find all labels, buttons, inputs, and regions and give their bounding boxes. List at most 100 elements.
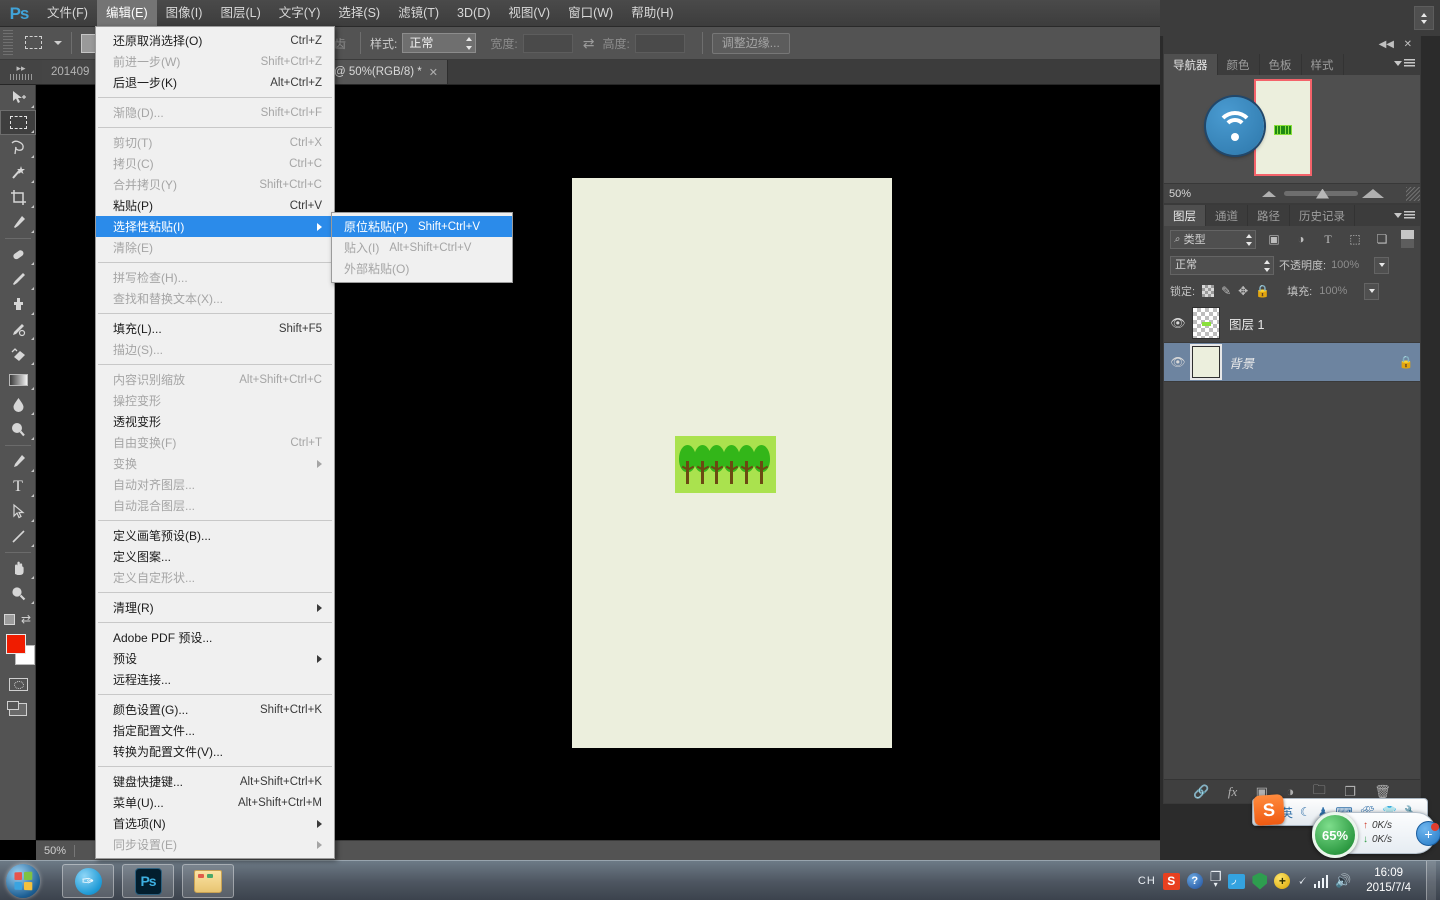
taskbar-photoshop-button[interactable]: Ps [122, 864, 174, 898]
input-language-indicator[interactable]: CH [1138, 875, 1156, 887]
eraser-tool[interactable] [0, 342, 36, 367]
lock-transparency-icon[interactable] [1202, 285, 1215, 297]
menu-layer[interactable]: 图层(L) [211, 0, 269, 27]
close-tab-icon[interactable]: ✕ [429, 66, 438, 79]
tab-bar-grip[interactable]: ▸▸ [0, 60, 42, 84]
marquee-tool-icon[interactable] [21, 31, 47, 55]
navigator-thumbnail[interactable] [1254, 79, 1312, 176]
paste-special-submenu[interactable]: 原位粘贴(P) Shift+Ctrl+V 贴入(I) Alt+Shift+Ctrl+V… [331, 212, 513, 283]
moon-icon[interactable]: ☾ [1300, 805, 1311, 819]
filter-pixel-icon[interactable]: ▣ [1265, 232, 1283, 246]
blend-mode-select[interactable]: 正常 [1170, 255, 1274, 275]
menu-filter[interactable]: 滤镜(T) [389, 0, 448, 27]
move-tool[interactable] [0, 85, 36, 110]
navigator-preview[interactable] [1164, 75, 1420, 185]
line-tool[interactable] [0, 524, 36, 549]
menu-file[interactable]: 文件(F) [38, 0, 97, 27]
layer-filter-kind-select[interactable]: ⌕ 类型 [1170, 229, 1256, 249]
panel-tab-2[interactable]: 路径 [1248, 205, 1290, 226]
edit-menu-item[interactable]: 变换 [96, 453, 334, 474]
magic-wand-tool[interactable] [0, 160, 36, 185]
menu-view[interactable]: 视图(V) [499, 0, 559, 27]
collapse-to-icons-icon[interactable]: ◀◀ [1379, 39, 1394, 50]
edit-menu-item[interactable]: 指定配置文件... [96, 720, 334, 741]
edit-menu-item[interactable]: 填充(L)... Shift+F5 [96, 318, 334, 339]
fx-icon[interactable]: fx [1228, 784, 1237, 800]
height-input[interactable] [634, 33, 685, 53]
edit-menu-item[interactable]: 菜单(U)... Alt+Shift+Ctrl+M [96, 792, 334, 813]
rectangular-marquee-tool[interactable] [0, 110, 36, 135]
signal-bars-icon[interactable] [1313, 874, 1329, 888]
panel-tab-0[interactable]: 图层 [1164, 205, 1206, 226]
layer-name[interactable]: 背景 [1220, 353, 1392, 372]
panel-tab-1[interactable]: 颜色 [1217, 54, 1260, 75]
edit-menu-item[interactable]: 粘贴(P) Ctrl+V [96, 195, 334, 216]
edit-menu-item[interactable]: 后退一步(K) Alt+Ctrl+Z [96, 72, 334, 93]
edit-menu-item[interactable]: 内容识别缩放 Alt+Shift+Ctrl+C [96, 369, 334, 390]
antivirus-tray-icon[interactable]: + [1274, 873, 1291, 889]
edit-menu-item[interactable]: 清除(E) [96, 237, 334, 258]
navigator-zoom-value[interactable]: 50% [1164, 188, 1226, 200]
refine-edge-button[interactable]: 调整边缘... [711, 32, 790, 54]
screen-mode-icon[interactable] [0, 697, 36, 722]
opacity-stepper[interactable] [1374, 256, 1390, 274]
color-swatches[interactable] [0, 632, 36, 672]
swap-colors-icon[interactable]: ⇄ [21, 612, 31, 626]
layer-visibility-icon[interactable]: 👁 [1164, 316, 1192, 330]
hand-tool[interactable] [0, 556, 36, 581]
edit-menu-item[interactable]: 操控变形 [96, 390, 334, 411]
dock-expand-button[interactable] [1414, 6, 1434, 30]
wifi-tray-icon[interactable] [1228, 872, 1246, 889]
layer-row[interactable]: 👁 图层 1 [1164, 304, 1420, 343]
panel-tab-0[interactable]: 导航器 [1164, 54, 1218, 75]
menu-select[interactable]: 选择(S) [329, 0, 389, 27]
navigator-zoom-slider[interactable] [1226, 184, 1406, 204]
layer-visibility-icon[interactable]: 👁 [1164, 355, 1192, 369]
adjustment-layer-icon[interactable]: ◑ [1286, 784, 1294, 799]
edit-menu-item[interactable]: 自动混合图层... [96, 495, 334, 516]
show-hidden-icons-icon[interactable]: ❐ ▾ [1210, 870, 1222, 889]
edit-menu-item[interactable]: 定义图案... [96, 546, 334, 567]
edit-dropdown-menu[interactable]: 还原取消选择(O) Ctrl+Z 前进一步(W) Shift+Ctrl+Z 后退一步(K… [95, 26, 335, 859]
network-add-button[interactable]: + [1416, 821, 1440, 846]
layers-panel-menu-icon[interactable] [1394, 211, 1415, 220]
document-canvas[interactable] [572, 178, 892, 748]
security-shield-tray-icon[interactable] [1252, 872, 1268, 890]
zoom-tool[interactable] [0, 581, 36, 606]
fill-value[interactable]: 100% [1319, 285, 1357, 297]
lock-position-icon[interactable]: ✥ [1238, 284, 1248, 298]
crop-tool[interactable] [0, 185, 36, 210]
edit-menu-item[interactable]: 查找和替换文本(X)... [96, 288, 334, 309]
edit-menu-item[interactable]: 预设 [96, 648, 334, 669]
dodge-tool[interactable] [0, 417, 36, 442]
edit-menu-item[interactable]: 定义自定形状... [96, 567, 334, 588]
clone-stamp-tool[interactable] [0, 292, 36, 317]
fill-stepper[interactable] [1364, 282, 1380, 300]
style-select[interactable]: 正常 [402, 33, 477, 53]
menu-window[interactable]: 窗口(W) [559, 0, 622, 27]
edit-menu-item[interactable]: 拷贝(C) Ctrl+C [96, 153, 334, 174]
navigator-close-icon[interactable]: ✕ [1404, 39, 1412, 50]
lock-image-pixels-icon[interactable]: ✎ [1221, 284, 1231, 298]
layer-thumbnail[interactable] [1190, 344, 1222, 380]
quick-mask-icon[interactable] [0, 672, 36, 697]
filter-smart-object-icon[interactable]: ❏ [1373, 232, 1391, 246]
edit-menu-item[interactable]: 剪切(T) Ctrl+X [96, 132, 334, 153]
edit-menu-item[interactable]: 渐隐(D)... Shift+Ctrl+F [96, 102, 334, 123]
layer-row[interactable]: 👁 背景 🔒 [1164, 343, 1420, 382]
edit-menu-item[interactable]: 远程连接... [96, 669, 334, 690]
panel-tab-2[interactable]: 色板 [1259, 54, 1302, 75]
menu-type[interactable]: 文字(Y) [270, 0, 330, 27]
status-zoom-level[interactable]: 50% [36, 845, 74, 857]
paste-submenu-item[interactable]: 外部粘贴(O) [332, 258, 512, 279]
edit-menu-item[interactable]: 透视变形 [96, 411, 334, 432]
volume-tray-icon[interactable]: 🔊 [1335, 873, 1351, 889]
link-layers-icon[interactable]: 🔗 [1193, 784, 1209, 800]
filter-adjustment-icon[interactable]: ◑ [1292, 232, 1310, 246]
menu-help[interactable]: 帮助(H) [622, 0, 682, 27]
navigator-panel-menu-icon[interactable] [1394, 59, 1415, 68]
taskbar-explorer-button[interactable] [182, 864, 234, 898]
panel-resize-grip[interactable] [1406, 186, 1420, 201]
sogou-tray-icon[interactable]: S [1162, 872, 1180, 890]
swap-dimensions-icon[interactable]: ⇄ [583, 35, 595, 52]
